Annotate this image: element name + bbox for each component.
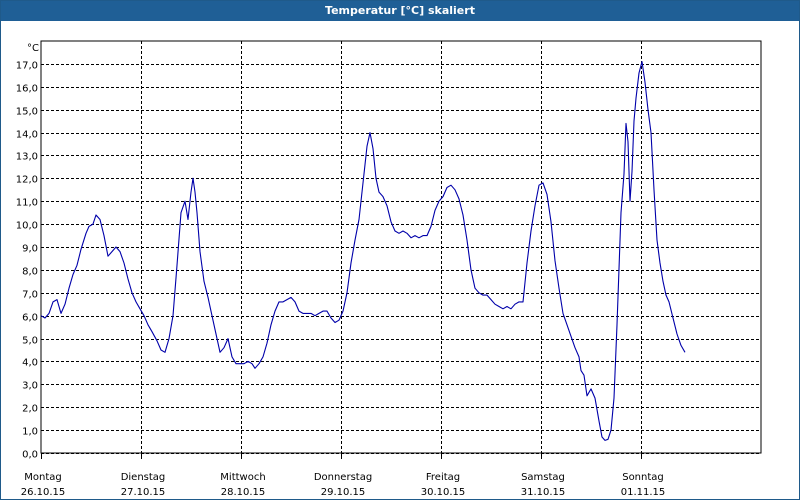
x-tick-date-label: 29.10.15 — [321, 487, 366, 498]
x-tick-day-label: Montag — [24, 472, 61, 483]
y-tick-label: 2,0 — [22, 404, 38, 415]
y-tick-label: 11,0 — [16, 198, 38, 209]
y-tick-label: 13,0 — [16, 152, 38, 163]
y-tick-label: 0,0 — [22, 450, 38, 461]
x-tick-day-label: Dienstag — [121, 472, 166, 483]
y-tick-label: 1,0 — [22, 427, 38, 438]
x-axis: Montag 26.10.15 Dienstag 27.10.15 Mittwoch 28… — [21, 453, 666, 498]
y-tick-label: 14,0 — [16, 130, 38, 141]
y-tick-label: 9,0 — [22, 244, 38, 255]
x-tick-day-label: Samstag — [521, 472, 565, 483]
temperature-chart: °C 0,0 1,0 2,0 3,0 4,0 5,0 6,0 7,0 8,0 9,0 10,0 11,… — [16, 40, 762, 498]
y-tick-label: 6,0 — [22, 313, 38, 324]
series-layer — [40, 61, 686, 441]
y-axis-unit-label: °C — [27, 43, 39, 54]
grid-layer — [41, 41, 761, 454]
temperature-series-line — [40, 61, 686, 441]
y-tick-label: 7,0 — [22, 290, 38, 301]
y-tick-label: 16,0 — [16, 84, 38, 95]
y-tick-label: 4,0 — [22, 358, 38, 369]
y-tick-label: 15,0 — [16, 107, 38, 118]
x-tick-date-label: 26.10.15 — [21, 487, 66, 498]
y-tick-label: 5,0 — [22, 336, 38, 347]
x-tick-day-label: Mittwoch — [220, 472, 265, 483]
x-tick-date-label: 28.10.15 — [221, 487, 266, 498]
x-tick-date-label: 01.11.15 — [621, 487, 666, 498]
y-tick-label: 3,0 — [22, 381, 38, 392]
y-tick-label: 17,0 — [16, 61, 38, 72]
y-tick-label: 12,0 — [16, 175, 38, 186]
x-tick-day-label: Donnerstag — [314, 472, 372, 483]
x-tick-date-label: 30.10.15 — [421, 487, 466, 498]
x-tick-day-label: Sonntag — [622, 472, 664, 483]
x-tick-day-label: Freitag — [426, 472, 460, 483]
chart-window: Temperatur [°C] skaliert °C 0,0 1,0 2,0 3,0… — [0, 0, 800, 500]
x-tick-date-label: 27.10.15 — [121, 487, 166, 498]
y-tick-label: 10,0 — [16, 221, 38, 232]
x-tick-date-label: 31.10.15 — [521, 487, 566, 498]
y-tick-label: 8,0 — [22, 267, 38, 278]
y-axis: °C 0,0 1,0 2,0 3,0 4,0 5,0 6,0 7,0 8,0 9,0 10,0 11,… — [16, 43, 39, 461]
